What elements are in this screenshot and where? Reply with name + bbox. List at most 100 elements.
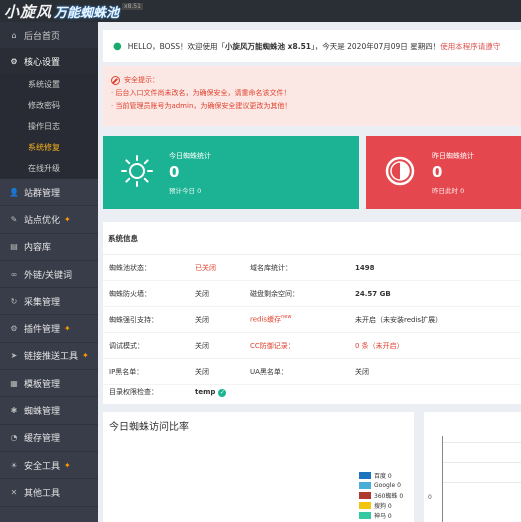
cache-icon: ◔ (10, 433, 18, 443)
logo-main-text: 小旋风 (4, 2, 53, 21)
logo-sub-text: 万能蜘蛛池 (54, 5, 120, 21)
chart-title: 今日蜘蛛访问比率 (109, 422, 189, 433)
stat-sub: 预计今日 0 (169, 187, 202, 195)
legend-swatch (359, 501, 371, 509)
info-key: IP黑名单： (109, 367, 144, 376)
info-key: 域名库统计： (250, 263, 292, 272)
info-key: 蜘蛛池状态： (109, 263, 151, 272)
y-axis (442, 436, 443, 522)
legend-item[interactable]: 百度 0 (359, 470, 404, 480)
panel-title: 系统信息 (103, 222, 521, 255)
pin-icon: ✦ (64, 460, 71, 470)
legend-label: 搜狗 0 (374, 502, 392, 510)
info-value: 关闭 (195, 341, 209, 350)
y-tick-label: 0 (428, 494, 432, 501)
info-key: UA黑名单： (250, 367, 288, 376)
legend-item[interactable]: Google 0 (359, 480, 404, 490)
info-value: 24.57 GB (355, 289, 391, 298)
bulb-icon: ☀ (10, 460, 18, 470)
legend-label: Google 0 (374, 481, 401, 489)
logo-version: x8.51 (122, 2, 143, 10)
pin-icon: ✦ (82, 351, 89, 361)
sidebar-item-home[interactable]: ⌂ 后台首页 (0, 22, 98, 48)
gear-icon: ⚙ (10, 56, 18, 66)
check-icon: ✓ (218, 388, 227, 397)
spider-ratio-chart: 今日蜘蛛访问比率 百度 0Google 0360蜘蛛 0搜狗 0神马 0今日头条… (103, 412, 414, 522)
sidebar-item[interactable]: ➤ 链接推送工具 ✦ (0, 343, 98, 371)
sidebar-item-label: 内容库 (24, 243, 52, 254)
pin-icon: ✦ (64, 214, 71, 224)
sidebar-item[interactable]: ▤ 内容库 (0, 234, 98, 261)
legend-swatch (359, 481, 371, 489)
sidebar: ⌂ 后台首页 ⚙ 核心设置 系统设置 修改密码 操作日志 系统修复 在线升级 👤 站群管理… (0, 22, 98, 522)
welcome-suffix: 」，今天是 2020年07月09日 星期四！ (311, 41, 441, 51)
plugin-icon: ⚙ (10, 324, 18, 334)
alert-line: · 后台入口文件尚未改名，为确保安全，请重命名该文件！ (111, 89, 291, 97)
new-badge: new (281, 314, 292, 321)
sidebar-item-label: 站群管理 (24, 188, 61, 199)
sidebar-group-core-settings[interactable]: ⚙ 核心设置 (0, 48, 98, 74)
sidebar-item-label: 核心设置 (24, 57, 61, 68)
sidebar-item[interactable]: ∞ 外链/关键词 (0, 261, 98, 289)
grid-line (442, 482, 521, 483)
dir-name: temp (195, 387, 216, 396)
sidebar-subitem[interactable]: 操作日志 (0, 116, 98, 137)
sidebar-subitem[interactable]: 修改密码 (0, 95, 98, 116)
sidebar-item[interactable]: ✕ 其他工具 (0, 479, 98, 507)
app-logo[interactable]: 小旋风 万能蜘蛛池 x8.51 (4, 0, 143, 22)
sun-icon (121, 155, 153, 187)
info-value: 关闭 (195, 315, 209, 324)
sidebar-item[interactable]: ↻ 采集管理 (0, 288, 98, 316)
sidebar-item-label: 其他工具 (24, 488, 61, 499)
info-value: 关闭 (195, 367, 209, 376)
info-row: 蜘蛛强引支持： 关闭 redis缓存new 未开启（未安装redis扩展） (103, 307, 521, 333)
sidebar-item[interactable]: ▦ 模板管理 (0, 370, 98, 398)
sidebar-item-label: 插件管理 (24, 325, 61, 336)
legend-item[interactable]: 搜狗 0 (359, 500, 404, 510)
sidebar-item-label: 缓存管理 (24, 434, 61, 445)
sidebar-item-label: 站点优化 (24, 215, 61, 226)
main-content: ● HELLO，BOSS！欢迎使用「 小旋风万能蜘蛛池 x8.51 」，今天是 … (98, 22, 521, 522)
terms-link[interactable]: 使用本程序请遵守 (440, 41, 500, 52)
info-key: 蜘蛛防火墙： (109, 289, 151, 298)
sidebar-item-label: 蜘蛛管理 (24, 407, 61, 418)
tools-icon: ✕ (10, 487, 18, 497)
user-icon: 👤 (9, 187, 19, 197)
legend-item[interactable]: 360蜘蛛 0 (359, 490, 404, 500)
sidebar-item-label: 链接推送工具 (24, 352, 79, 363)
send-icon: ➤ (10, 351, 18, 361)
sidebar-subitem[interactable]: 系统设置 (0, 74, 98, 95)
sidebar-item-label: 模板管理 (24, 379, 61, 390)
cc-defense-link[interactable]: CC防御记录： (250, 341, 295, 351)
info-value: 关闭 (195, 289, 209, 298)
sidebar-item[interactable]: ⚙ 插件管理 ✦ (0, 315, 98, 343)
wrench-icon: ✎ (10, 214, 18, 224)
sidebar-item[interactable]: ◔ 缓存管理 (0, 425, 98, 452)
grid-line (442, 462, 521, 463)
sidebar-subitem[interactable]: 系统修复 (0, 137, 98, 158)
info-row: 调试模式： 关闭 CC防御记录： 0 条（未开启） (103, 333, 521, 359)
welcome-product: 小旋风万能蜘蛛池 x8.51 (225, 41, 311, 51)
legend-swatch (359, 511, 371, 519)
legend-label: 360蜘蛛 0 (374, 492, 404, 500)
sidebar-subitem[interactable]: 在线升级 (0, 158, 98, 179)
alert-title: 安全提示： (124, 76, 159, 84)
home-icon: ⌂ (11, 30, 17, 40)
info-key: 磁盘剩余空间： (250, 289, 299, 298)
stat-card-yesterday: 昨日蜘蛛统计 0 昨日此时 0 (366, 136, 521, 209)
spider-icon: ✱ (10, 406, 18, 416)
info-value: 0 条（未开启） (355, 341, 404, 350)
refresh-icon: ↻ (10, 296, 18, 306)
sidebar-item[interactable]: 👤 站群管理 (0, 179, 98, 207)
info-key[interactable]: redis缓存new (250, 314, 291, 324)
database-icon: ▤ (10, 242, 18, 252)
pin-icon: ✦ (64, 324, 71, 334)
legend-item[interactable]: 神马 0 (359, 510, 404, 520)
info-key: 蜘蛛强引支持： (109, 315, 158, 324)
stat-card-today: 今日蜘蛛统计 0 预计今日 0 (103, 136, 359, 209)
redis-label: redis缓存 (250, 315, 282, 324)
sidebar-item[interactable]: ✎ 站点优化 ✦ (0, 206, 98, 234)
info-row: 蜘蛛池状态： 已关闭 域名库统计： 1498 (103, 255, 521, 281)
sidebar-item[interactable]: ✱ 蜘蛛管理 (0, 397, 98, 425)
sidebar-item[interactable]: ☀ 安全工具 ✦ (0, 452, 98, 480)
